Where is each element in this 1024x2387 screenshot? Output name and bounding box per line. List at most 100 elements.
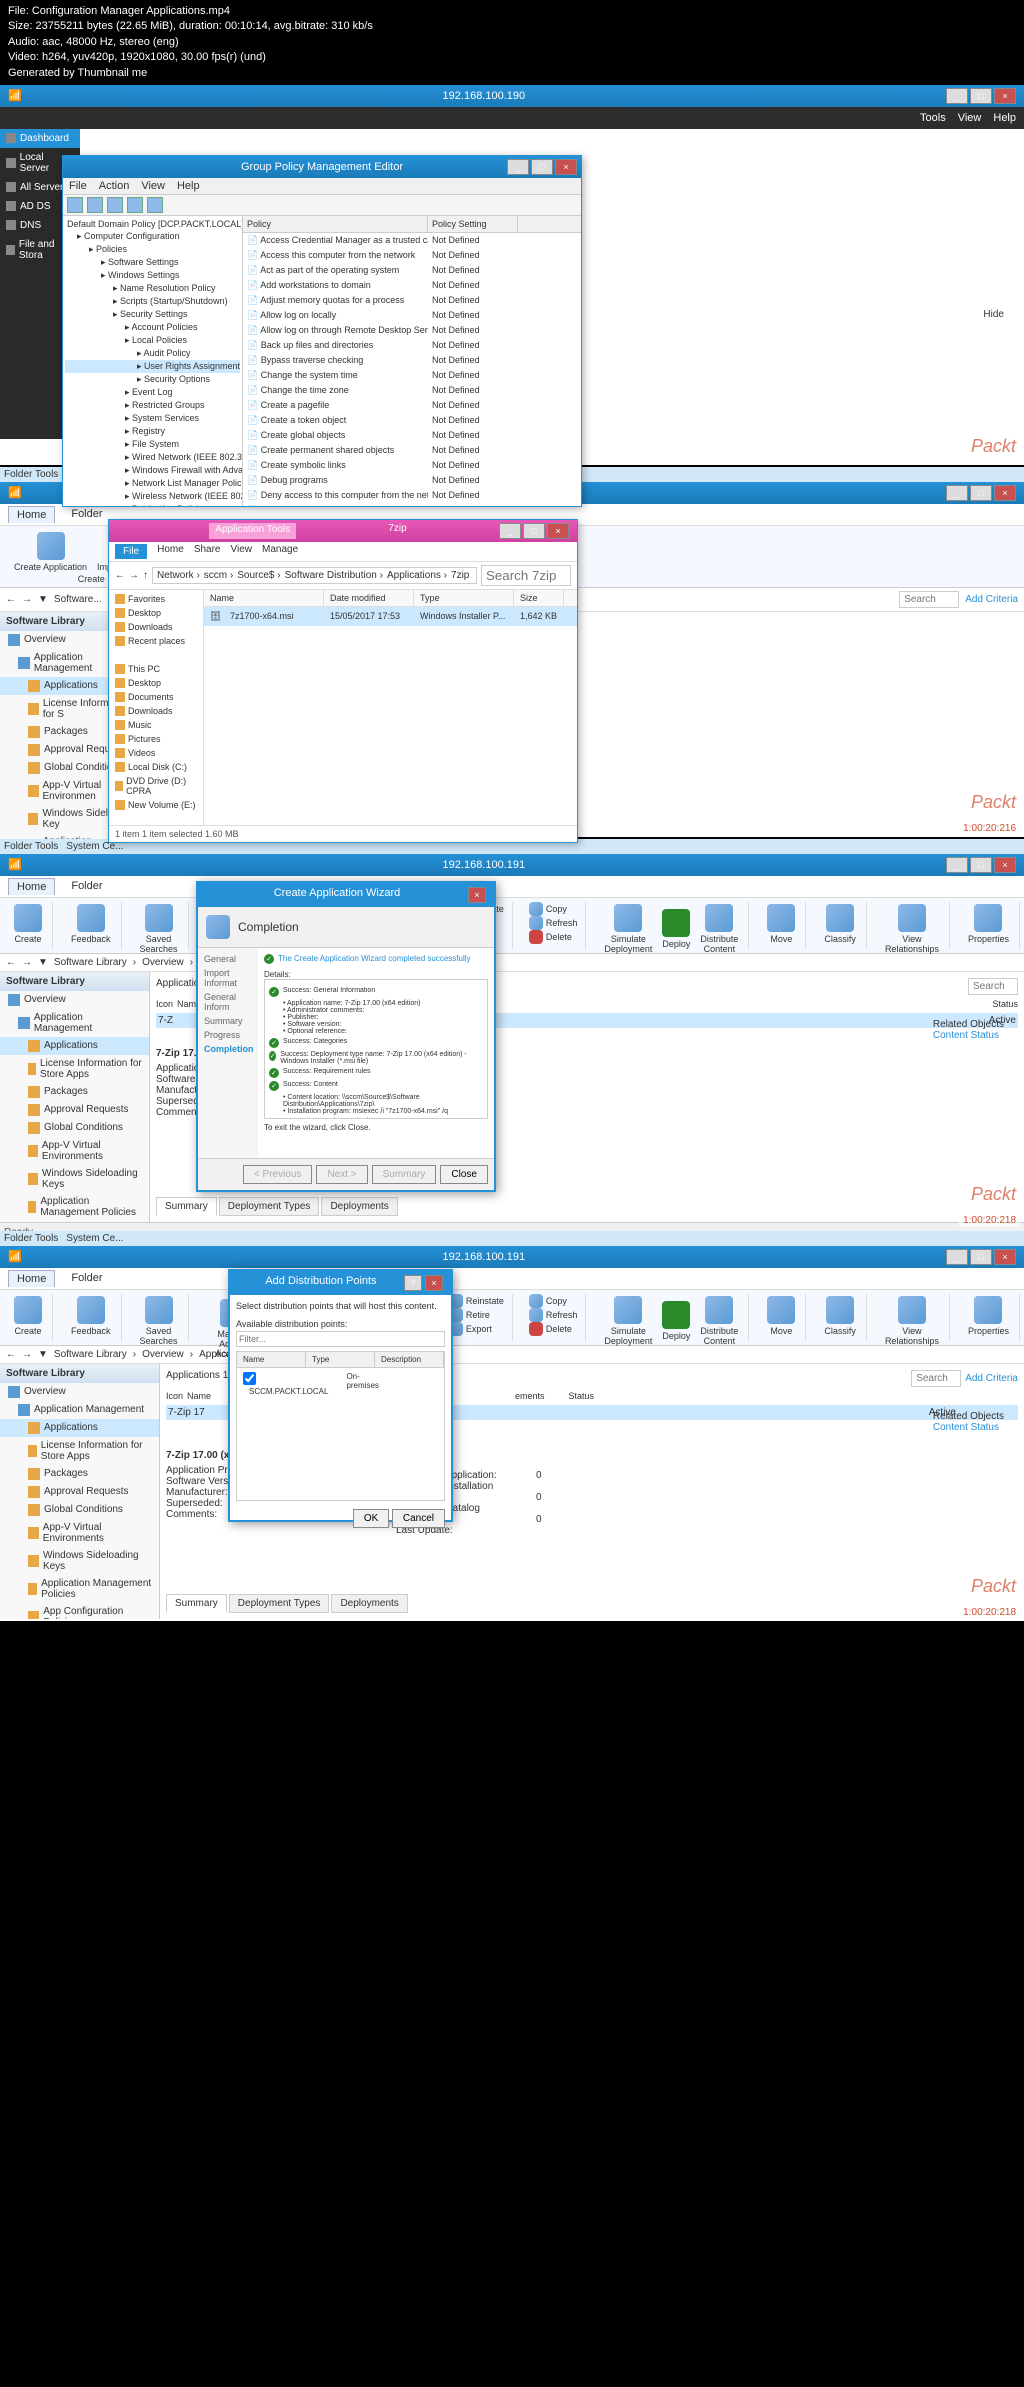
nav-item[interactable]: Packages [0, 1465, 159, 1483]
tree-node[interactable]: ▸ Wired Network (IEEE 802.3) Policies [65, 451, 240, 464]
back-icon[interactable] [67, 197, 83, 213]
tree-node[interactable]: ▸ Name Resolution Policy [65, 282, 240, 295]
gpme-tree[interactable]: Default Domain Policy [DCP.PACKT.LOCAL] … [63, 216, 243, 506]
explorer-nav-item[interactable]: Downloads [111, 704, 201, 718]
exp-close[interactable]: × [547, 523, 569, 539]
close-button[interactable]: Close [440, 1165, 488, 1184]
exp-tab-manage[interactable]: Manage [262, 544, 298, 559]
classify-button[interactable]: Classify [822, 1294, 858, 1338]
policy-row[interactable]: 📄 Change the system timeNot Defined [243, 368, 581, 383]
up-icon[interactable]: ↑ [143, 570, 148, 581]
tree-node[interactable]: ▸ Software Settings [65, 256, 240, 269]
folder-tools-tab[interactable]: Folder Tools [4, 469, 58, 480]
explorer-nav-item[interactable]: Desktop [111, 676, 201, 690]
content-status-link[interactable]: Content Status [933, 1422, 999, 1433]
minimize-button[interactable]: _ [946, 857, 968, 873]
policy-row[interactable]: 📄 Access this computer from the networkN… [243, 248, 581, 263]
exp-tab-share[interactable]: Share [194, 544, 221, 559]
tab-deployments[interactable]: Deployments [321, 1197, 397, 1216]
retire-button[interactable]: Retire [449, 1308, 504, 1322]
col-name[interactable]: Name [204, 590, 324, 606]
create-application-button[interactable]: Create Application [12, 530, 89, 574]
tree-node[interactable]: ▸ Audit Policy [65, 347, 240, 360]
policy-row[interactable]: 📄 Adjust memory quotas for a processNot … [243, 293, 581, 308]
path-segment[interactable]: 7zip [451, 570, 469, 581]
tab-home[interactable]: Home [8, 506, 55, 523]
explorer-nav-item[interactable]: DVD Drive (D:) CPRA [111, 774, 201, 798]
exp-minimize[interactable]: _ [499, 523, 521, 539]
tab-folder[interactable]: Folder [63, 1270, 110, 1287]
col-policy-setting[interactable]: Policy Setting [428, 216, 518, 232]
nav-item[interactable]: License Information for Store Apps [0, 1055, 149, 1083]
path-segment[interactable]: Applications › [387, 570, 447, 581]
explorer-file-list[interactable]: Name Date modified Type Size 🗄 7z1700-x6… [204, 590, 577, 825]
nav-item[interactable]: Overview [0, 1383, 159, 1401]
tab-summary[interactable]: Summary [156, 1197, 217, 1216]
up-icon[interactable] [107, 197, 123, 213]
content-status-link[interactable]: Content Status [933, 1030, 999, 1041]
classify-button[interactable]: Classify [822, 902, 858, 946]
tab-folder[interactable]: Folder [63, 878, 110, 895]
nav-item[interactable]: Windows Sideloading Keys [0, 1165, 149, 1193]
explorer-nav-item[interactable]: Pictures [111, 732, 201, 746]
explorer-nav-item[interactable] [111, 648, 201, 662]
explorer-nav-pane[interactable]: FavoritesDesktopDownloadsRecent places T… [109, 590, 204, 825]
nav-item[interactable]: License Information for Store Apps [0, 1437, 159, 1465]
dist-col-type[interactable]: Type [306, 1352, 375, 1367]
simulate-button[interactable]: Simulate Deployment [602, 1294, 654, 1348]
saved-searches-button[interactable]: Saved Searches [138, 1294, 180, 1348]
col-type[interactable]: Type [414, 590, 514, 606]
copy-button[interactable]: Copy [529, 1294, 578, 1308]
nav-item[interactable]: Application Management [0, 1009, 149, 1037]
nav-item[interactable]: Applications [0, 1037, 149, 1055]
forward-icon[interactable] [87, 197, 103, 213]
folder-tools-tab[interactable]: Folder Tools [4, 841, 58, 852]
policy-row[interactable]: 📄 Create a token objectNot Defined [243, 413, 581, 428]
gpme-menu-view[interactable]: View [141, 180, 165, 192]
policy-row[interactable]: 📄 Act as part of the operating systemNot… [243, 263, 581, 278]
menu-tools[interactable]: Tools [920, 112, 946, 124]
gpme-minimize[interactable]: _ [507, 159, 529, 175]
nav-item[interactable]: Application Management Policies [0, 1575, 159, 1603]
tree-node[interactable]: ▸ Public Key Policies [65, 503, 240, 506]
explorer-nav-item[interactable]: New Volume (E:) [111, 798, 201, 812]
main-titlebar-4[interactable]: 📶 192.168.100.191 _ □ × [0, 1246, 1024, 1268]
distribute-button[interactable]: Distribute Content [698, 1294, 740, 1348]
main-titlebar-1[interactable]: 📶 192.168.100.190 _ □ × [0, 85, 1024, 107]
help-icon[interactable] [147, 197, 163, 213]
folder-tools-tab[interactable]: Folder Tools [4, 1233, 58, 1244]
tree-node[interactable]: ▸ Windows Settings [65, 269, 240, 282]
path-segment[interactable]: Software Distribution › [285, 570, 383, 581]
nav-item[interactable]: Overview [0, 991, 149, 1009]
exp-tab-view[interactable]: View [231, 544, 253, 559]
dist-help-button[interactable]: ? [404, 1275, 422, 1291]
maximize-button[interactable]: □ [970, 485, 992, 501]
properties-button[interactable]: Properties [966, 902, 1011, 946]
dist-checkbox[interactable] [243, 1372, 256, 1385]
tree-node[interactable]: ▸ System Services [65, 412, 240, 425]
tab-dep-types[interactable]: Deployment Types [219, 1197, 320, 1216]
nav-item[interactable]: Application Management [0, 1401, 159, 1419]
properties-button[interactable]: Properties [966, 1294, 1011, 1338]
policy-row[interactable]: 📄 Create permanent shared objectsNot Def… [243, 443, 581, 458]
reinstate-button[interactable]: Reinstate [449, 1294, 504, 1308]
create-button[interactable]: Create [12, 902, 44, 946]
cancel-button[interactable]: Cancel [392, 1509, 445, 1528]
tree-node[interactable]: ▸ Policies [65, 243, 240, 256]
explorer-nav-item[interactable]: Recent places [111, 634, 201, 648]
explorer-search[interactable] [481, 565, 571, 586]
move-button[interactable]: Move [765, 902, 797, 946]
close-button[interactable]: × [994, 1249, 1016, 1265]
tree-node[interactable]: ▸ Security Settings [65, 308, 240, 321]
policy-row[interactable]: 📄 Create symbolic linksNot Defined [243, 458, 581, 473]
nav-item[interactable]: Approval Requests [0, 1101, 149, 1119]
policy-row[interactable]: 📄 Create global objectsNot Defined [243, 428, 581, 443]
wizard-step[interactable]: General Inform [202, 990, 254, 1014]
tab-summary[interactable]: Summary [166, 1594, 227, 1613]
tree-node[interactable]: ▸ Local Policies [65, 334, 240, 347]
gpme-titlebar[interactable]: Group Policy Management Editor _ □ × [63, 156, 581, 178]
tree-node[interactable]: ▸ Restricted Groups [65, 399, 240, 412]
dist-row-sccm[interactable]: SCCM.PACKT.LOCAL On-premises [237, 1368, 444, 1400]
col-size[interactable]: Size [514, 590, 564, 606]
deploy-button[interactable]: Deploy [660, 1299, 692, 1343]
